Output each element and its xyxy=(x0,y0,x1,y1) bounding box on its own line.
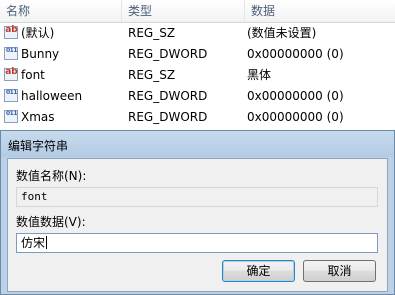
string-value-icon xyxy=(4,23,18,39)
value-name: (默认) xyxy=(21,26,55,40)
edit-string-dialog: 编辑字符串 数值名称(N): font 数值数据(V): 仿宋 确定 取消 xyxy=(0,130,395,295)
list-header: 名称 类型 数据 xyxy=(0,0,395,23)
value-data-text: 仿宋 xyxy=(21,236,46,250)
dword-value-icon xyxy=(4,44,18,60)
value-name: halloween xyxy=(21,89,83,103)
value-name-cell: (默认) xyxy=(4,23,122,44)
list-row[interactable]: font REG_SZ 黑体 xyxy=(0,65,395,86)
value-data-label: 数值数据(V): xyxy=(16,215,86,229)
list-row[interactable]: Bunny REG_DWORD 0x00000000 (0) xyxy=(0,44,395,65)
value-name-cell: halloween xyxy=(4,86,122,107)
value-type: REG_SZ xyxy=(128,68,176,82)
column-header-data[interactable]: 数据 xyxy=(245,0,395,22)
value-name-cell: font xyxy=(4,65,122,86)
value-type: REG_DWORD xyxy=(128,110,208,124)
value-name: Bunny xyxy=(21,47,60,61)
value-data-input[interactable]: 仿宋 xyxy=(16,233,378,253)
value-data: 黑体 xyxy=(247,68,272,82)
column-header-name[interactable]: 名称 xyxy=(0,0,122,22)
value-name: font xyxy=(21,68,45,82)
dialog-titlebar[interactable]: 编辑字符串 xyxy=(1,131,394,157)
value-name-cell: Xmas xyxy=(4,107,122,128)
dialog-title: 编辑字符串 xyxy=(8,139,69,153)
column-header-type[interactable]: 类型 xyxy=(122,0,245,22)
list-row[interactable]: Xmas REG_DWORD 0x00000000 (0) xyxy=(0,107,395,128)
dialog-body: 数值名称(N): font 数值数据(V): 仿宋 确定 取消 xyxy=(7,158,388,292)
value-type: REG_SZ xyxy=(128,26,176,40)
ok-button[interactable]: 确定 xyxy=(222,260,295,282)
value-data: 0x00000000 (0) xyxy=(247,110,344,124)
string-value-icon xyxy=(4,65,18,81)
text-caret xyxy=(46,236,48,249)
cancel-button[interactable]: 取消 xyxy=(303,260,376,282)
list-row[interactable]: (默认) REG_SZ (数值未设置) xyxy=(0,23,395,44)
value-type: REG_DWORD xyxy=(128,89,208,103)
value-data: 0x00000000 (0) xyxy=(247,89,344,103)
value-data: (数值未设置) xyxy=(247,26,317,40)
value-name-field: font xyxy=(16,187,378,207)
value-name-label: 数值名称(N): xyxy=(16,169,87,183)
dword-value-icon xyxy=(4,86,18,102)
value-type: REG_DWORD xyxy=(128,47,208,61)
registry-value-list: 名称 类型 数据 (默认) REG_SZ (数值未设置) Bunny REG_D… xyxy=(0,0,395,130)
value-data: 0x00000000 (0) xyxy=(247,47,344,61)
dword-value-icon xyxy=(4,107,18,123)
list-row[interactable]: halloween REG_DWORD 0x00000000 (0) xyxy=(0,86,395,107)
value-name-cell: Bunny xyxy=(4,44,122,65)
value-name: Xmas xyxy=(21,110,55,124)
